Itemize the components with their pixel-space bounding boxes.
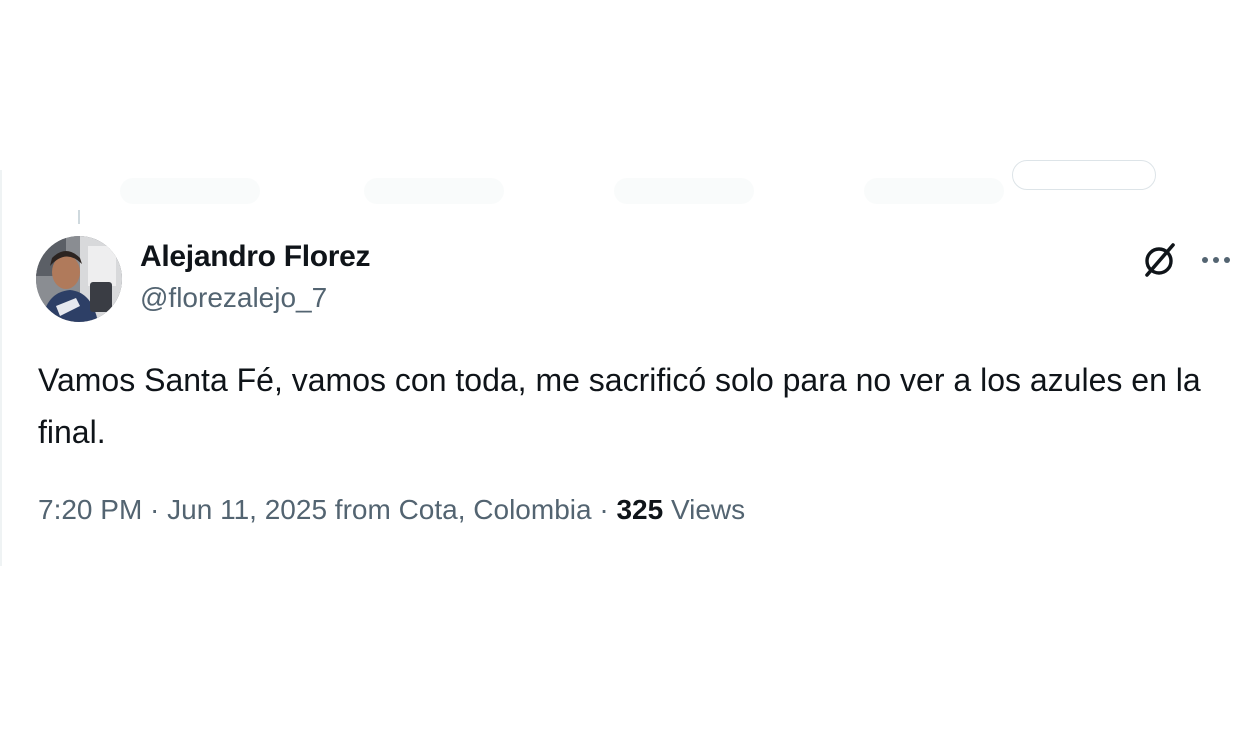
views-label: Views [663,494,746,525]
grok-icon[interactable] [1140,240,1180,280]
avatar[interactable] [36,236,122,322]
ghost-action [864,178,1004,204]
tweet-time[interactable]: 7:20 PM [38,494,142,525]
views-count: 325 [616,494,664,525]
ghost-action [614,178,754,204]
previous-tweet-actions [2,160,1260,210]
ghost-pill [1012,160,1156,190]
author-handle[interactable]: @florezalejo_7 [140,282,327,314]
avatar-image [36,236,122,322]
thread-connector [78,210,80,224]
more-options-icon[interactable] [1196,240,1236,280]
ghost-action [364,178,504,204]
tweet-metadata: 7:20 PM · Jun 11, 2025 from Cota, Colomb… [38,494,745,526]
tweet-text: Vamos Santa Fé, vamos con toda, me sacri… [38,362,1201,450]
tweet-date[interactable]: Jun 11, 2025 [167,494,327,525]
author-display-name[interactable]: Alejandro Florez [140,240,371,274]
ghost-action [120,178,260,204]
meta-separator: · [142,494,168,525]
meta-separator: · [591,494,617,525]
tweet-location: from Cota, Colombia [327,494,592,525]
tweet-card: Alejandro Florez @florezalejo_7 Vamos Sa… [0,160,1260,566]
